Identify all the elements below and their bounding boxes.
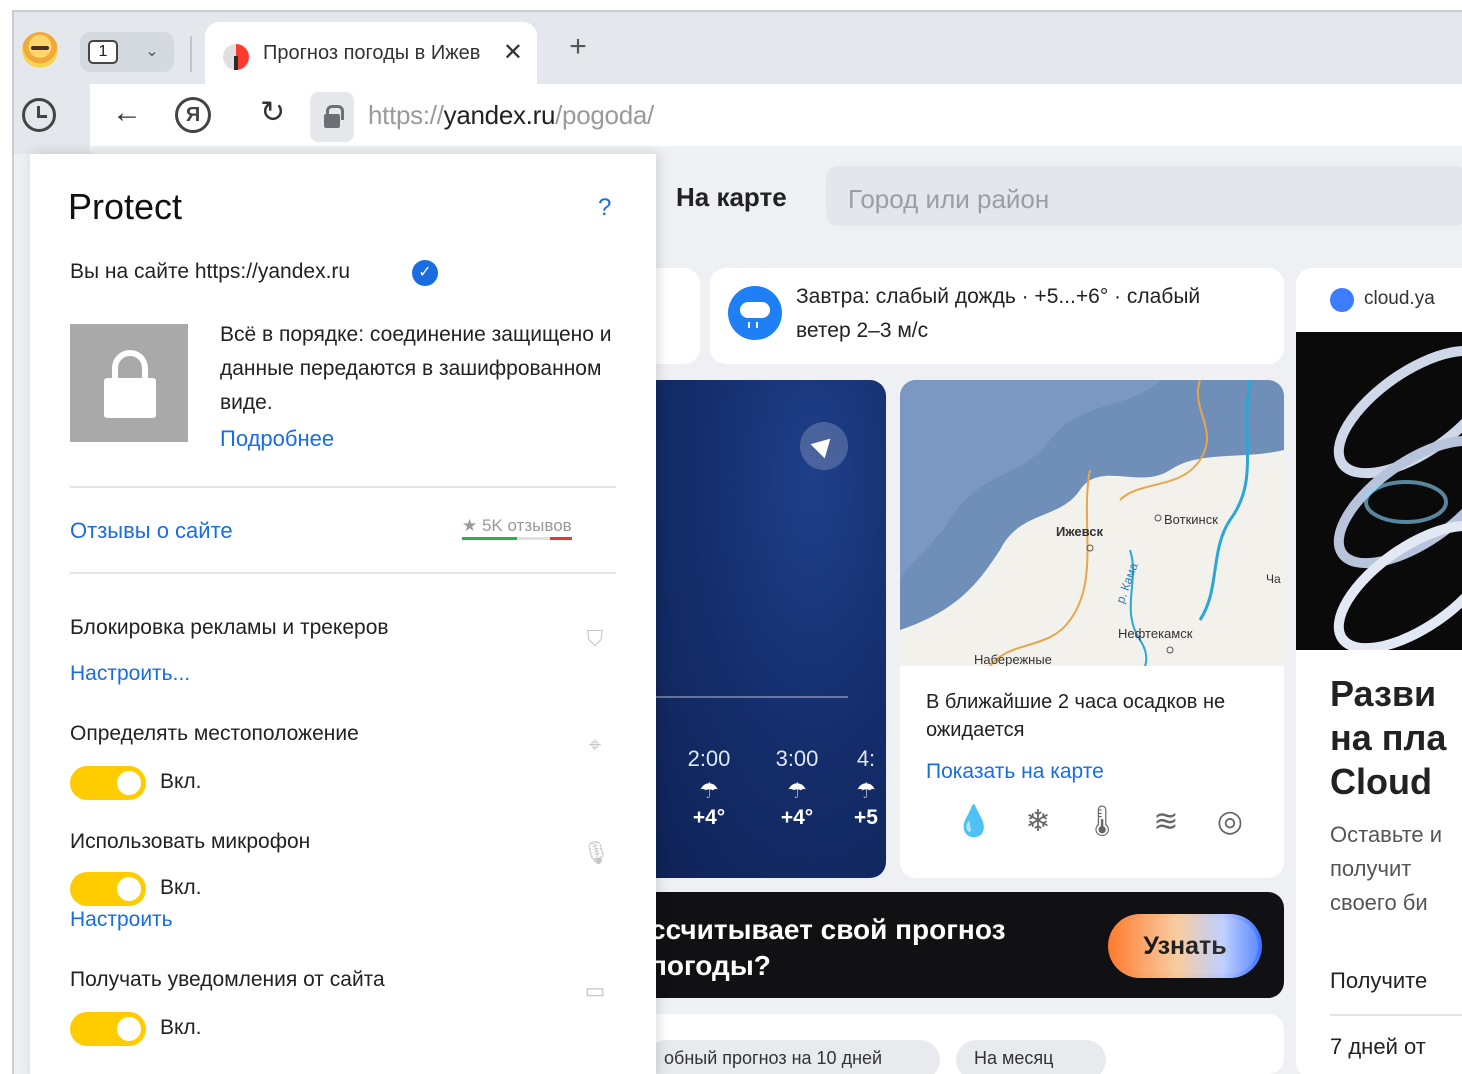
- address-bar[interactable]: https://yandex.ru/pogoda/: [368, 100, 654, 131]
- ad-body: Оставьте и получит своего би: [1330, 822, 1443, 915]
- promo-text: ссчитывает свой прогноз погоды?: [650, 914, 1006, 981]
- precipitation-icon[interactable]: 💧: [942, 804, 1006, 839]
- hour-item: 3:00 ☂ +4°: [762, 746, 832, 830]
- map-label-neftekamsk: Нефтекамск: [1118, 626, 1193, 641]
- ad-divider: [1330, 1014, 1462, 1016]
- hour-time: 3:00: [775, 746, 819, 771]
- clock-icon[interactable]: [22, 98, 56, 132]
- tab-title: Прогноз погоды в Ижев: [263, 42, 481, 64]
- map-label-naberezhnye: Набережные: [974, 652, 1052, 666]
- lock-body: [104, 378, 156, 418]
- site-line: Вы на сайте https://yandex.ru: [70, 260, 351, 283]
- shield-icon: ⛉: [586, 626, 604, 651]
- nav-map-link[interactable]: На карте: [676, 182, 787, 213]
- hour-temp: +4°: [692, 806, 726, 829]
- tab-month[interactable]: На месяц: [956, 1040, 1106, 1074]
- map-layer-icons: 💧 ❄ 🌡 ≋ ◎: [942, 804, 1262, 854]
- search-placeholder: Город или район: [848, 184, 1050, 214]
- location-toggle[interactable]: [70, 766, 146, 800]
- microphone-toggle[interactable]: [70, 872, 146, 906]
- ad-image: [1296, 332, 1462, 650]
- location-arrow-icon[interactable]: [800, 422, 848, 470]
- weather-favicon-icon: [223, 44, 249, 70]
- lock-illustration-icon: [70, 324, 188, 442]
- precipitation-map[interactable]: Ижевск Воткинск Нефтекамск Набережные р.…: [900, 380, 1284, 666]
- microphone-icon: 🎙: [582, 840, 610, 865]
- hour-item: 2:00 ☂ +4°: [674, 746, 744, 830]
- arrow-left-icon[interactable]: ←: [112, 96, 142, 130]
- url-scheme: https://: [368, 100, 444, 130]
- hour-time: 2:00: [687, 746, 731, 771]
- notifications-label: Получать уведомления от сайта: [70, 968, 385, 991]
- show-on-map-link[interactable]: Показать на карте: [926, 760, 1104, 784]
- tab-10-days[interactable]: обный прогноз на 10 дней: [646, 1040, 940, 1074]
- plus-icon[interactable]: +: [556, 28, 600, 68]
- yandex-logo-icon[interactable]: Я: [175, 97, 211, 133]
- hour-temp: +4°: [780, 806, 814, 829]
- chat-bubble-icon: ▭: [584, 978, 606, 1003]
- chevron-down-icon: ⌄: [145, 43, 159, 60]
- more-link[interactable]: Подробнее: [220, 426, 334, 452]
- map-label-izhevsk: Ижевск: [1056, 524, 1104, 539]
- rating-bar: [462, 537, 572, 540]
- rain-icon: ☂: [787, 778, 807, 803]
- site-reviews-link[interactable]: Отзывы о сайте: [70, 518, 233, 544]
- reload-icon[interactable]: ↻: [260, 95, 285, 130]
- reviews-rating-text: ★ 5K отзывов: [462, 516, 572, 535]
- divider: [70, 486, 616, 488]
- help-icon[interactable]: ?: [598, 194, 611, 222]
- hour-time: 4:: [856, 746, 876, 771]
- url-domain: yandex.ru: [443, 100, 556, 130]
- profile-avatar-icon[interactable]: [22, 32, 58, 68]
- rain-icon: ☂: [856, 778, 876, 803]
- protect-popup: [30, 154, 656, 1074]
- notifications-toggle[interactable]: [70, 1012, 146, 1046]
- tomorrow-forecast-text: Завтра: слабый дождь · +5...+6° · слабый…: [796, 285, 1201, 342]
- microphone-label: Использовать микрофон: [70, 830, 311, 853]
- ad-line-1: Получите: [1330, 968, 1428, 993]
- hourly-divider: [648, 696, 848, 698]
- ad-title: Разви на пла Cloud: [1330, 673, 1447, 802]
- thermometer-icon[interactable]: 🌡: [1070, 804, 1134, 839]
- rain-cloud-icon: [728, 286, 782, 340]
- divider: [70, 572, 616, 574]
- ad-source: cloud.ya: [1364, 288, 1435, 309]
- lock-icon[interactable]: [310, 92, 354, 142]
- location-pin-icon: ⌖: [588, 732, 602, 757]
- verified-check-icon: ✓: [412, 260, 438, 286]
- location-label: Определять местоположение: [70, 722, 359, 745]
- hour-item: 4: ☂ +5: [846, 746, 886, 830]
- ad-line-2: 7 дней от: [1330, 1034, 1426, 1059]
- precipitation-text: В ближайшие 2 часа осадков не ожидается: [926, 691, 1226, 741]
- map-svg: [900, 380, 1284, 666]
- reviews-rating[interactable]: ★ 5K отзывов: [462, 516, 572, 540]
- connection-status-text: Всё в порядке: соединение защищено и дан…: [220, 323, 612, 414]
- active-tab[interactable]: Прогноз погоды в Ижев ✕: [205, 22, 537, 86]
- hour-temp: +5: [854, 806, 878, 829]
- snowflake-icon[interactable]: ❄: [1006, 804, 1070, 839]
- location-toggle-label: Вкл.: [160, 770, 202, 793]
- protect-title: Protect: [68, 186, 183, 227]
- toolbar: [14, 84, 1462, 146]
- tab-list-button[interactable]: 1 ⌄: [80, 32, 174, 72]
- map-label-votkinsk: Воткинск: [1164, 512, 1218, 527]
- microphone-settings-link[interactable]: Настроить: [70, 908, 173, 932]
- map-label-chay: Ча: [1266, 572, 1281, 586]
- microphone-toggle-label: Вкл.: [160, 876, 202, 899]
- notifications-toggle-label: Вкл.: [160, 1016, 202, 1039]
- tab-separator: [190, 36, 192, 72]
- tab-count: 1: [88, 40, 118, 64]
- rain-icon: ☂: [699, 778, 719, 803]
- pressure-icon[interactable]: ◎: [1198, 804, 1262, 839]
- promo-learn-button[interactable]: Узнать: [1108, 914, 1262, 978]
- ad-image-art: [1333, 345, 1462, 650]
- url-path: /pogoda/: [555, 100, 654, 130]
- ad-block-label: Блокировка рекламы и трекеров: [70, 616, 389, 639]
- wind-icon[interactable]: ≋: [1134, 804, 1198, 839]
- cloud-logo-icon: [1330, 288, 1354, 312]
- close-icon[interactable]: ✕: [503, 38, 523, 67]
- ad-block-settings-link[interactable]: Настроить...: [70, 662, 190, 686]
